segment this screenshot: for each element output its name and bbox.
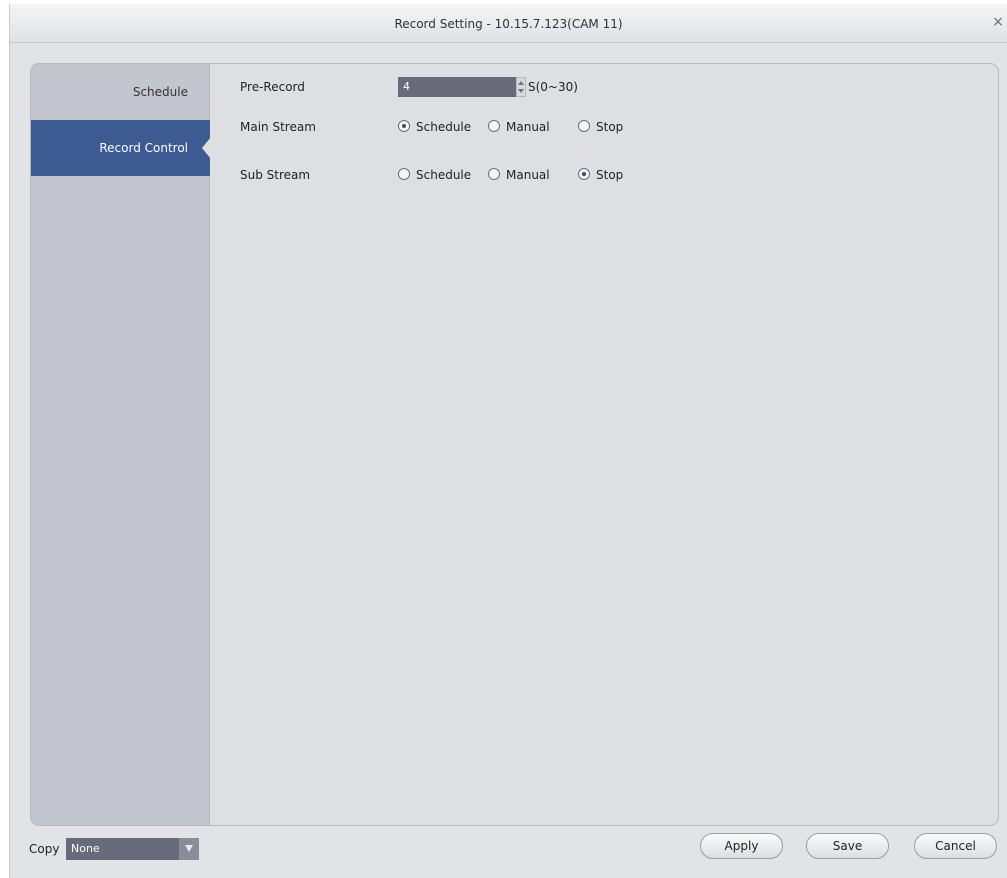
sidebar: Schedule Record Control (31, 64, 211, 825)
sidebar-item-schedule[interactable]: Schedule (31, 64, 210, 120)
main-stream-label: Main Stream (240, 120, 316, 134)
title-bar: Record Setting - 10.15.7.123(CAM 11) × (10, 4, 1007, 43)
radio-checked-icon[interactable] (398, 120, 410, 132)
radio-unchecked-icon[interactable] (488, 168, 500, 180)
radio-label: Stop (596, 120, 624, 134)
chevron-down-icon[interactable] (179, 838, 199, 860)
apply-button[interactable]: Apply (700, 833, 783, 859)
pre-record-stepper[interactable] (516, 77, 526, 97)
radio-checked-icon[interactable] (578, 168, 590, 180)
record-control-content: Pre-Record 4 S(0~30) Main Stream Schedul… (210, 64, 998, 825)
copy-select-value: None (71, 842, 100, 855)
close-icon[interactable]: × (991, 14, 1005, 30)
sidebar-item-record-control[interactable]: Record Control (31, 120, 211, 176)
radio-unchecked-icon[interactable] (398, 168, 410, 180)
dialog-title: Record Setting - 10.15.7.123(CAM 11) (394, 17, 623, 31)
radio-label: Manual (506, 168, 550, 182)
pre-record-label: Pre-Record (240, 80, 305, 94)
pre-record-input[interactable]: 4 (398, 77, 516, 97)
save-button[interactable]: Save (806, 833, 889, 859)
spin-up-icon[interactable] (518, 81, 524, 85)
radio-unchecked-icon[interactable] (488, 120, 500, 132)
sub-stream-label: Sub Stream (240, 168, 311, 182)
settings-panel: Schedule Record Control Pre-Record 4 S(0… (30, 63, 999, 826)
radio-label: Schedule (416, 120, 472, 134)
pre-record-range: S(0~30) (528, 80, 578, 94)
cancel-button[interactable]: Cancel (914, 833, 997, 859)
copy-label: Copy (29, 842, 60, 856)
spin-down-icon[interactable] (518, 89, 524, 93)
copy-select[interactable]: None (66, 838, 199, 860)
radio-label: Stop (596, 168, 624, 182)
radio-label: Manual (506, 120, 550, 134)
radio-unchecked-icon[interactable] (578, 120, 590, 132)
radio-label: Schedule (416, 168, 472, 182)
